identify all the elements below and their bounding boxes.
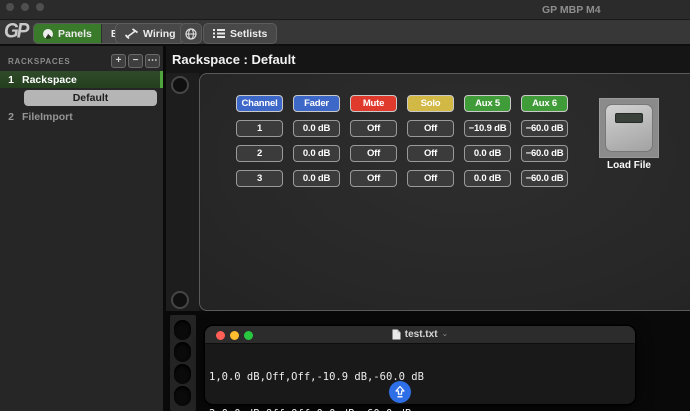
panels-knob-icon	[43, 29, 53, 39]
rack-slot-icon	[174, 342, 191, 362]
load-file-display	[615, 113, 643, 123]
panels-button-label: Panels	[58, 28, 92, 40]
aux6-2-value-button[interactable]: −60.0 dB	[521, 145, 568, 162]
more-options-button[interactable]: ⋯	[145, 54, 160, 68]
close-window-icon[interactable]	[6, 3, 14, 11]
setlists-button-label: Setlists	[230, 28, 267, 40]
zoom-window-icon[interactable]	[36, 3, 44, 11]
aux5-2-value-button[interactable]: 0.0 dB	[464, 145, 511, 162]
channel-3-button[interactable]: 3	[236, 170, 283, 187]
aux5-3-value-button[interactable]: 0.0 dB	[464, 170, 511, 187]
header-button-fader[interactable]: Fader	[293, 95, 340, 112]
mute-2-button[interactable]: Off	[350, 145, 397, 162]
window-titlebar[interactable]: GP MBP M4	[0, 0, 690, 20]
writing-tools-button[interactable]	[389, 381, 411, 403]
remove-rackspace-button[interactable]: −	[128, 54, 143, 68]
load-file-label: Load File	[594, 160, 664, 171]
wiring-button-label: Wiring	[143, 28, 176, 40]
load-file-widget-face	[605, 104, 653, 152]
rackspaces-sidebar: RACKSPACES + − ⋯ 1 Rackspace Default 2 F…	[0, 46, 163, 411]
rackspace-list-controls: + − ⋯	[111, 54, 160, 68]
rack-rail	[166, 73, 199, 311]
minimize-window-icon[interactable]	[21, 3, 29, 11]
rackspace-label: Rackspace	[22, 74, 77, 86]
fader-3-value-button[interactable]: 0.0 dB	[293, 170, 340, 187]
up-arrow-icon	[394, 386, 406, 398]
wiring-cable-icon	[125, 28, 138, 39]
rackspace-title: Rackspace : Default	[172, 52, 296, 67]
rack-slot-icon	[174, 320, 191, 340]
fader-2-value-button[interactable]: 0.0 dB	[293, 145, 340, 162]
load-file-widget[interactable]	[599, 98, 659, 158]
header-button-channel[interactable]: Channel	[236, 95, 283, 112]
aux6-1-value-button[interactable]: −60.0 dB	[521, 120, 568, 137]
sidebar-item-variation-default[interactable]: Default	[24, 90, 157, 106]
texteditor-titlebar[interactable]: test.txt ⌄	[205, 326, 635, 344]
header-button-aux6[interactable]: Aux 6	[521, 95, 568, 112]
editor-text-area[interactable]: 1,0.0 dB,Off,Off,-10.9 dB,-60.0 dB 2,0.0…	[205, 344, 635, 411]
add-rackspace-button[interactable]: +	[111, 54, 126, 68]
panels-button[interactable]: Panels	[34, 24, 101, 43]
chevron-down-icon[interactable]: ⌄	[442, 329, 449, 338]
fileimport-index: 2	[0, 111, 14, 123]
mute-3-button[interactable]: Off	[350, 170, 397, 187]
editor-zoom-icon[interactable]	[244, 331, 253, 340]
wiring-button[interactable]: Wiring	[115, 23, 186, 44]
channel-1-button[interactable]: 1	[236, 120, 283, 137]
solo-2-button[interactable]: Off	[407, 145, 454, 162]
header-button-aux5[interactable]: Aux 5	[464, 95, 511, 112]
texteditor-window: test.txt ⌄ 1,0.0 dB,Off,Off,-10.9 dB,-60…	[205, 326, 635, 404]
mute-1-button[interactable]: Off	[350, 120, 397, 137]
document-icon	[392, 329, 401, 340]
mixer-widget-grid: Channel Fader Mute Solo Aux 5 Aux 6 1 0.…	[236, 95, 568, 187]
sidebar-item-fileimport[interactable]: 2 FileImport	[0, 109, 163, 125]
aux6-3-value-button[interactable]: −60.0 dB	[521, 170, 568, 187]
lower-rack-rail	[170, 315, 196, 411]
solo-1-button[interactable]: Off	[407, 120, 454, 137]
editor-filename[interactable]: test.txt	[405, 329, 438, 340]
editor-close-icon[interactable]	[216, 331, 225, 340]
rackspaces-header: RACKSPACES	[8, 57, 70, 66]
editor-minimize-icon[interactable]	[230, 331, 239, 340]
rackspace-panel: Channel Fader Mute Solo Aux 5 Aux 6 1 0.…	[199, 73, 690, 311]
rack-slot-icon	[174, 386, 191, 406]
solo-3-button[interactable]: Off	[407, 170, 454, 187]
gig-performer-window: GP MBP M4 GP Panels Edit Wiring	[0, 0, 690, 411]
setlists-list-icon	[213, 28, 225, 39]
rack-screw-hole-icon	[171, 76, 189, 94]
gig-performer-logo: GP	[4, 20, 27, 45]
header-button-mute[interactable]: Mute	[350, 95, 397, 112]
channel-2-button[interactable]: 2	[236, 145, 283, 162]
rackspace-index: 1	[0, 74, 14, 86]
globe-icon	[185, 28, 197, 40]
fader-1-value-button[interactable]: 0.0 dB	[293, 120, 340, 137]
editor-line: 1,0.0 dB,Off,Off,-10.9 dB,-60.0 dB	[209, 371, 635, 383]
globe-button[interactable]	[180, 23, 202, 44]
rack-slot-icon	[174, 364, 191, 384]
window-title: GP MBP M4	[542, 4, 601, 16]
toolbar: GP Panels Edit Wiring	[0, 20, 690, 46]
fileimport-label: FileImport	[22, 111, 73, 123]
rack-screw-hole-icon	[171, 291, 189, 309]
sidebar-item-rackspace[interactable]: 1 Rackspace	[0, 71, 163, 88]
aux5-1-value-button[interactable]: −10.9 dB	[464, 120, 511, 137]
header-button-solo[interactable]: Solo	[407, 95, 454, 112]
setlists-button[interactable]: Setlists	[203, 23, 277, 44]
variation-label: Default	[73, 92, 109, 104]
